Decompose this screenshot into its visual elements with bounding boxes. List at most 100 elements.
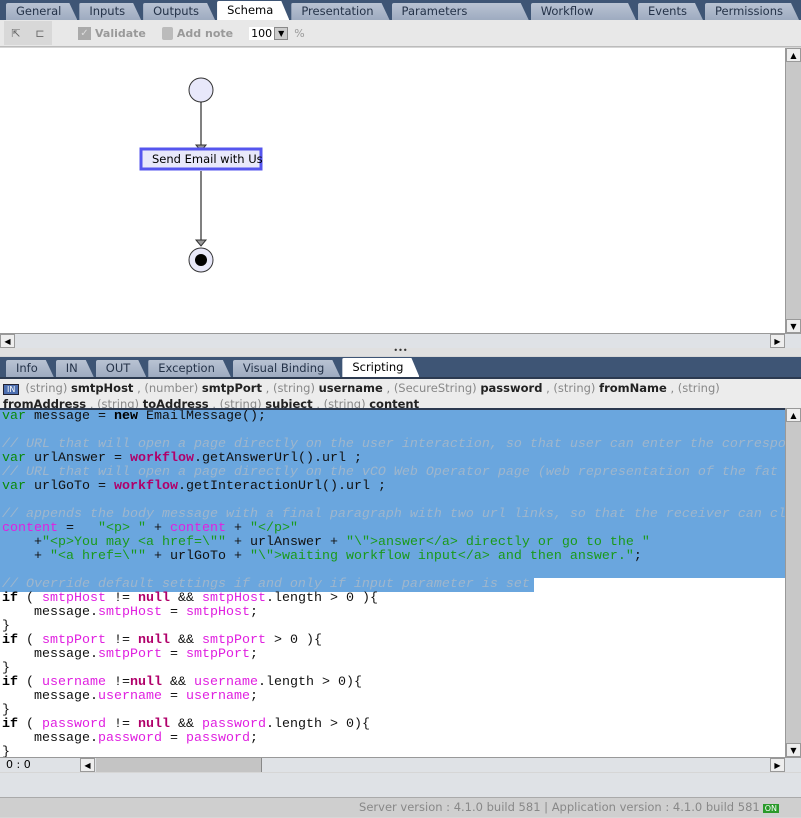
code-line: + "<a href=\"" + urlGoTo + "\">waiting w… [0,550,785,564]
tab-inputs[interactable]: Inputs [79,3,141,20]
tab-out[interactable]: OUT [96,360,147,377]
code-token: urlAnswer = [26,451,130,466]
script-editor[interactable]: var message = new EmailMessage(); // URL… [0,408,785,757]
param-type: (string) [677,381,720,395]
code-token: username [194,675,258,690]
scroll-down-icon[interactable]: ▼ [786,319,801,333]
code-token: message. [2,647,98,662]
code-token: message. [2,605,98,620]
status-bar: Server version : 4.1.0 build 581 | Appli… [0,797,801,817]
code-token: "<p> " [98,521,146,536]
tab-general[interactable]: General [6,3,77,20]
tab-presentation[interactable]: Presentation [291,3,389,20]
scroll-left-icon[interactable]: ◀ [80,758,95,772]
in-badge-icon: IN [3,384,20,395]
code-token: password [185,731,250,746]
code-token: .getAnswerUrl().url ; [193,451,362,466]
code-token: } [2,619,10,634]
code-token: // appends the body message with a final… [2,507,785,522]
param-name: fromName [599,381,667,395]
code-line: message.smtpPort = smtpPort; [0,648,785,662]
code-token: = [161,731,186,746]
connection-status-badge: ON [762,804,779,813]
cursor-position: 0 : 0 [6,758,31,771]
code-token: null [138,591,170,606]
code-token: "<p>You may <a href=\"" [42,535,226,550]
scroll-right-icon[interactable]: ▶ [770,758,785,772]
schema-canvas[interactable]: Send Email with Us [0,48,785,333]
code-token: EmailMessage(); [137,409,266,424]
validate-button[interactable]: ✓ Validate [78,26,146,40]
tab-scripting[interactable]: Scripting [342,358,419,377]
code-token: message = [26,409,114,424]
code-token: = [161,689,186,704]
code-token: var [2,409,26,424]
empty-panel [0,773,801,797]
code-token: smtpHost [42,591,106,606]
code-token: smtpHost [97,605,162,620]
param-type: (string) [553,381,596,395]
tab-exception[interactable]: Exception [148,360,231,377]
scroll-left-icon[interactable]: ◀ [0,334,15,348]
tab-schema[interactable]: Schema [217,1,289,20]
add-note-button[interactable]: Add note [161,26,233,40]
code-token: != [106,591,138,606]
code-line: if ( smtpPort != null && smtpPort > 0 ){ [0,634,785,648]
scroll-thumb[interactable] [96,758,262,772]
editor-vertical-scrollbar[interactable]: ▲ ▼ [785,408,801,757]
code-token: if [2,633,18,648]
input-parameters: IN (string) smtpHost , (number) smtpPort … [0,377,801,411]
scroll-right-icon[interactable]: ▶ [770,334,785,348]
code-token: if [2,717,18,732]
canvas-vertical-scrollbar[interactable]: ▲ ▼ [785,48,801,333]
tab-workflow-tokens[interactable]: Workflow Tokens [531,3,636,20]
code-token: = [161,605,186,620]
code-token: .getInteractionUrl().url ; [177,479,386,494]
code-line: +"<p>You may <a href=\"" + urlAnswer + "… [0,536,785,550]
tab-events[interactable]: Events [638,3,703,20]
code-token: var [2,451,26,466]
code-line: var urlGoTo = workflow.getInteractionUrl… [0,480,785,494]
select-tool-icon[interactable]: ⇱ [4,21,28,45]
splitter-handle[interactable]: ••• [0,347,801,356]
code-token: message. [2,689,98,704]
code-token: "</p>" [250,521,298,536]
connector-tool-icon[interactable]: ⊏ [28,21,52,45]
arrow-icon [194,239,208,247]
code-token: "\">waiting workflow input</a> and then … [249,549,634,564]
code-token: smtpHost [185,605,250,620]
code-token: username [97,689,162,704]
code-token: workflow [113,479,178,494]
scroll-up-icon[interactable]: ▲ [786,408,801,422]
tab-info[interactable]: Info [6,360,54,377]
code-line: message.smtpHost = smtpHost; [0,606,785,620]
param-type: (SecureString) [393,381,477,395]
code-token: } [2,703,10,718]
code-token: } [2,745,10,758]
code-token: ; [249,689,258,704]
code-token: smtpPort [42,633,106,648]
zoom-select[interactable]: 100 ▼ [249,26,289,40]
code-line [0,424,785,438]
tab-visual-binding[interactable]: Visual Binding [233,360,340,377]
tab-in[interactable]: IN [56,360,94,377]
code-token: .length > 0){ [258,675,362,690]
tab-permissions[interactable]: Permissions [705,3,799,20]
code-token: != [106,633,138,648]
code-token: && [170,633,202,648]
tab-outputs[interactable]: Outputs [143,3,215,20]
code-line: message.password = password; [0,732,785,746]
code-token: && [170,591,202,606]
code-token: username [185,689,250,704]
scroll-up-icon[interactable]: ▲ [786,48,801,62]
tab-parameters-references[interactable]: Parameters References [392,3,529,20]
code-token: > 0 ){ [266,633,322,648]
code-token: // URL that will open a page directly on… [2,437,785,452]
scroll-down-icon[interactable]: ▼ [786,743,801,757]
code-token: username [42,675,106,690]
start-node[interactable] [188,77,214,103]
code-line: } [0,662,785,676]
editor-horizontal-scrollbar[interactable]: 0 : 0 ◀ ▶ [0,757,801,772]
code-line: // appends the body message with a final… [0,508,785,522]
code-token: + [2,535,42,550]
